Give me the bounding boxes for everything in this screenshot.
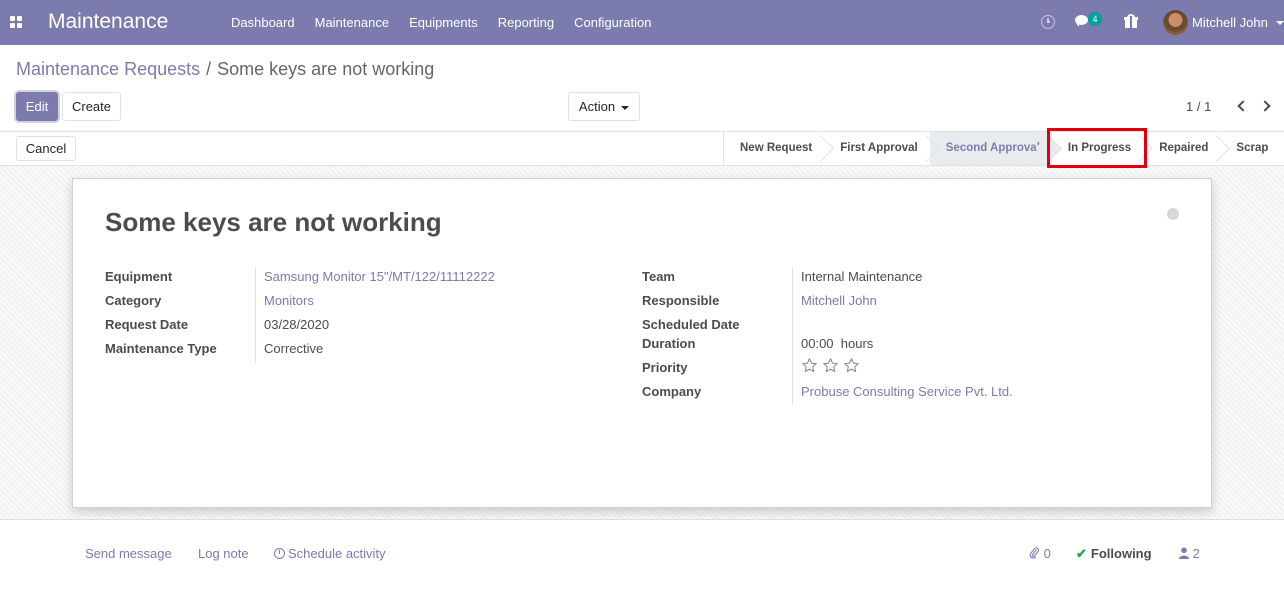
priority-stars [801, 357, 864, 374]
field-value-team: Internal Maintenance [801, 269, 923, 284]
breadcrumb-separator: / [206, 59, 212, 79]
priority-star-icon[interactable] [822, 357, 839, 374]
menu-configuration[interactable]: Configuration [564, 15, 661, 30]
cancel-button[interactable]: Cancel [16, 136, 76, 161]
top-navbar: Maintenance Dashboard Maintenance Equipm… [0, 0, 1284, 45]
menu-maintenance[interactable]: Maintenance [305, 15, 399, 30]
field-label-request-date: Request Date [105, 317, 189, 332]
following-button[interactable]: ✔ Following [1076, 546, 1152, 562]
paperclip-icon [1029, 547, 1040, 559]
field-value-duration: 00:00 hours [801, 336, 874, 351]
field-label-team: Team [642, 269, 675, 284]
field-label-category: Category [105, 293, 162, 308]
breadcrumb-parent-link[interactable]: Maintenance Requests [16, 59, 200, 79]
field-label-maintenance-type: Maintenance Type [105, 341, 217, 356]
menu-dashboard[interactable]: Dashboard [221, 15, 305, 30]
user-avatar[interactable] [1163, 10, 1188, 35]
pager-value[interactable]: 1 / 1 [1186, 99, 1211, 114]
gift-icon[interactable] [1124, 14, 1138, 28]
menu-equipments[interactable]: Equipments [399, 15, 488, 30]
field-value-request-date: 03/28/2020 [264, 317, 330, 332]
field-label-equipment: Equipment [105, 269, 173, 284]
stage-new-request[interactable]: New Request [724, 132, 824, 165]
field-value-company[interactable]: Probuse Consulting Service Pvt. Ltd. [801, 384, 1013, 399]
field-label-duration: Duration [642, 336, 696, 351]
pager-next-icon[interactable] [1259, 100, 1272, 112]
activities-clock-icon[interactable] [1041, 15, 1055, 29]
action-dropdown-button[interactable]: Action [568, 92, 640, 121]
action-label: Action [578, 99, 616, 114]
attachments-count: 0 [1043, 546, 1051, 561]
schedule-activity-label: Schedule activity [288, 546, 386, 561]
clock-icon [274, 548, 285, 559]
user-icon [1179, 547, 1189, 559]
log-note-button[interactable]: Log note [198, 546, 249, 561]
field-value-equipment[interactable]: Samsung Monitor 15"/MT/122/11112222 [264, 269, 495, 284]
breadcrumb-current: Some keys are not working [217, 59, 435, 79]
field-value-maintenance-type: Corrective [264, 341, 324, 356]
caret-down-icon [621, 105, 630, 110]
breadcrumb: Maintenance Requests / Some keys are not w… [16, 59, 434, 80]
edit-button[interactable]: Edit [16, 92, 58, 121]
request-title: Some keys are not working [105, 207, 442, 237]
main-menu: Dashboard Maintenance Equipments Reporti… [221, 0, 661, 45]
stage-repaired[interactable]: Repaired [1143, 132, 1220, 165]
stage-second-approval[interactable]: Second Approval [929, 132, 1052, 165]
pager-previous-icon[interactable] [1236, 100, 1249, 112]
priority-star-icon[interactable] [843, 357, 860, 374]
send-message-button[interactable]: Send message [85, 546, 172, 561]
field-value-category[interactable]: Monitors [264, 293, 314, 308]
stage-pipeline: New Request First Approval Second Approv… [723, 132, 1280, 165]
app-title[interactable]: Maintenance [48, 10, 168, 34]
attachments-button[interactable]: 0 [1029, 546, 1051, 561]
check-icon: ✔ [1076, 546, 1087, 561]
field-label-company: Company [642, 384, 702, 399]
following-label: Following [1090, 546, 1152, 561]
kanban-state-dot[interactable] [1167, 208, 1179, 220]
field-label-priority: Priority [642, 360, 688, 375]
field-label-scheduled-date: Scheduled Date [642, 317, 740, 332]
stage-first-approval[interactable]: First Approval [824, 132, 930, 165]
right-group-separator [792, 267, 793, 405]
priority-star-icon[interactable] [801, 357, 818, 374]
create-button[interactable]: Create [62, 92, 121, 121]
left-group-separator [255, 267, 256, 363]
messages-badge: 4 [1088, 12, 1102, 26]
schedule-activity-button[interactable]: Schedule activity [274, 546, 386, 561]
apps-menu-icon[interactable] [10, 16, 22, 28]
status-bar: New Request First Approval Second Approv… [0, 131, 1284, 166]
followers-count: 2 [1192, 546, 1200, 561]
followers-button[interactable]: 2 [1179, 546, 1200, 561]
field-value-responsible[interactable]: Mitchell John [801, 293, 877, 308]
user-menu-caret-icon[interactable] [1276, 21, 1284, 25]
stage-in-progress[interactable]: In Progress [1052, 132, 1143, 165]
menu-reporting[interactable]: Reporting [488, 15, 564, 30]
field-label-responsible: Responsible [642, 293, 720, 308]
user-menu-name[interactable]: Mitchell John [1192, 15, 1268, 30]
